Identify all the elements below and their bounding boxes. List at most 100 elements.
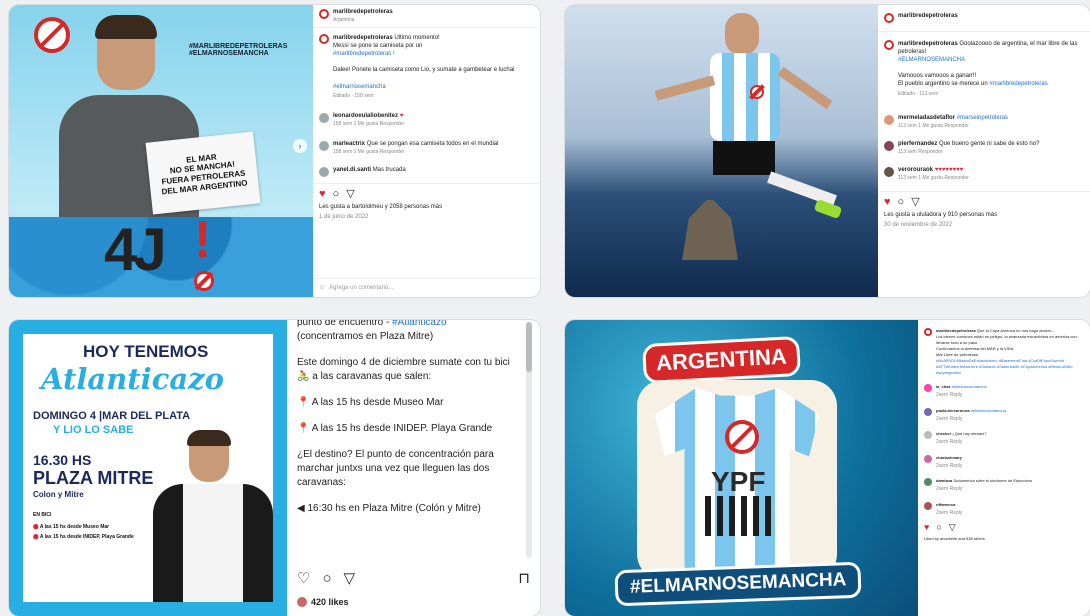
- hashtag-sticker: #ELMARNOSEMANCHA: [614, 561, 862, 607]
- flyer-route-2: ⬤ A las 15 hs desde INIDEP, Playa Grande: [33, 534, 134, 540]
- avatar[interactable]: [884, 13, 894, 23]
- comment-icon[interactable]: ○: [333, 188, 340, 200]
- avatar[interactable]: [924, 384, 932, 392]
- protest-sign: EL MAR NO SE MANCHA! FUERA PETROLERAS DE…: [145, 131, 261, 215]
- oil-drip: [705, 496, 775, 536]
- date-art: 4J: [104, 216, 167, 283]
- flyer-time: 16.30 HS: [33, 452, 92, 468]
- comment: riffamerca 2sem Reply: [918, 498, 1090, 522]
- flyer-route-1: ⬤ A las 15 hs desde Museo Mar: [33, 524, 110, 530]
- post-sidebar-4: marlibredepetroleras Que la Copa América…: [918, 320, 1090, 616]
- comment-icon[interactable]: ○: [936, 521, 941, 535]
- no-oil-rig-badge: [750, 85, 764, 99]
- caption-line-2: Este domingo 4 de diciembre sumate con t…: [297, 357, 510, 382]
- argentina-banner: ARGENTINA: [642, 335, 801, 385]
- comment: yanel.di.santi Mas trucada: [313, 163, 540, 181]
- post-caption: marlibredepetroleras Ultimo momento! Mes…: [313, 28, 540, 103]
- post-caption-panel-3: punto de encuentro - #Atlanticazo (conce…: [287, 320, 540, 616]
- share-icon[interactable]: ▽: [911, 195, 919, 208]
- post-sidebar-2: marlibredepetroleras marlibredepetrolera…: [878, 5, 1090, 297]
- action-bar: ♡ ○ ▽ ⊓: [287, 568, 540, 589]
- avatar[interactable]: [884, 141, 894, 152]
- avatar[interactable]: [319, 141, 329, 152]
- post-card-3: HOY TENEMOS Atlanticazo DOMINGO 4 |MAR D…: [9, 320, 540, 616]
- post-card-4: ARGENTINA YPF #ELMARNOSEMANCHA marlibred…: [565, 320, 1090, 616]
- avatar[interactable]: [884, 40, 894, 50]
- comment: paula.bercarmora #elmarnosemancha 2sem Re…: [918, 404, 1090, 428]
- post-image-2[interactable]: [565, 5, 878, 297]
- like-heart-icon[interactable]: ♡: [297, 568, 310, 589]
- caption-line-6: ◀ 16:30 hs en Plaza Mitre (Colón y Mitre…: [297, 503, 481, 514]
- post-caption: marlibredepetroleras Que la Copa América…: [918, 320, 1090, 380]
- hashtag-link[interactable]: #ELMARNOSEMANCHA: [898, 57, 965, 63]
- flyer-script: Atlanticazo: [41, 362, 224, 396]
- comment: damiana Sudamerica sufre el síndrome de …: [918, 474, 1090, 498]
- like-heart-icon[interactable]: ♥: [884, 196, 891, 208]
- share-icon[interactable]: ▽: [344, 568, 356, 589]
- caption-line-1: (concentramos en Plaza Mitre): [297, 331, 434, 342]
- no-oil-rig-icon-small: [194, 271, 214, 291]
- flyer-line-1: DOMINGO 4 |MAR DEL PLATA: [33, 410, 191, 422]
- avatar[interactable]: [924, 328, 932, 336]
- likes-count[interactable]: 420 likes: [297, 596, 349, 609]
- avatar[interactable]: [924, 501, 932, 510]
- post-image-4[interactable]: ARGENTINA YPF #ELMARNOSEMANCHA: [565, 320, 918, 616]
- comment: checker ¿Qué hay mirarez? 2sem Reply: [918, 427, 1090, 451]
- like-heart-icon[interactable]: ♥: [319, 188, 326, 200]
- hashtag-link[interactable]: #elmarnosemancha: [333, 84, 386, 90]
- exclamation-mark: !: [194, 211, 212, 269]
- comment: charlashmary 2sem Reply: [918, 451, 1090, 475]
- emoji-icon: ☺: [319, 285, 326, 291]
- comment: marleactrix Que se pongan esa camiseta t…: [313, 137, 540, 159]
- avatar[interactable]: [319, 9, 329, 19]
- avatar[interactable]: [924, 454, 932, 463]
- flyer-place: PLAZA MITRE: [33, 468, 154, 488]
- avatar[interactable]: [319, 34, 329, 44]
- avatar[interactable]: [884, 115, 894, 126]
- caption-line-3: 📍 A las 15 hs desde Museo Mar: [297, 397, 444, 408]
- avatar[interactable]: [319, 113, 329, 124]
- avatar[interactable]: [924, 478, 932, 486]
- post-image-1[interactable]: #MARLIBREDEPETROLERAS #ELMARNOSEMANCHA E…: [9, 5, 313, 297]
- hashtag-banner: #MARLIBREDEPETROLERAS #ELMARNOSEMANCHA: [189, 43, 288, 57]
- post-date: 1 de junio de 2022: [319, 214, 369, 221]
- like-heart-icon[interactable]: ♥: [924, 521, 929, 535]
- jersey-text: YPF: [711, 466, 766, 497]
- comment: la_chaz #elmarnosemancha 2sem Reply: [918, 380, 1090, 404]
- comment: pierfernandez Que bueno gente ni sabe de…: [878, 137, 1090, 159]
- share-icon[interactable]: ▽: [949, 521, 956, 535]
- action-bar: ♥ ○ ▽: [878, 191, 1090, 211]
- likes-count[interactable]: Liked by anncbelle and 938 others: [918, 535, 1090, 543]
- avatar[interactable]: [924, 407, 932, 416]
- next-arrow-button[interactable]: ›: [293, 139, 307, 153]
- comment: verorouraok ♥♥♥♥♥♥♥♥ 113 sem 1 Me gusta R…: [878, 163, 1090, 185]
- add-comment-field[interactable]: ☺ Agrega un comentario...: [313, 278, 540, 297]
- post-card-2: marlibredepetroleras marlibredepetrolera…: [565, 5, 1090, 297]
- flyer-bici: EN BICI: [33, 512, 52, 518]
- caption-line-4: 📍 A las 15 hs desde INIDEP. Playa Grande: [297, 423, 493, 434]
- flyer-streets: Colon y Mitre: [33, 490, 84, 499]
- no-oil-rig-icon: [725, 420, 759, 454]
- messi-figure-2: [654, 13, 843, 223]
- post-card-1: #MARLIBREDEPETROLERAS #ELMARNOSEMANCHA E…: [9, 5, 540, 297]
- share-icon[interactable]: ▽: [346, 187, 354, 200]
- comment-icon[interactable]: ○: [322, 568, 331, 589]
- comment-icon[interactable]: ○: [898, 196, 905, 208]
- comment: leonardoeulaliobenitez ♥ 158 sem 1 Me gus…: [313, 109, 540, 131]
- messi-figure-3: [153, 430, 273, 602]
- action-bar: ♥ ○ ▽: [313, 183, 540, 203]
- hashtag-link[interactable]: #marlibredepetroleras !: [333, 51, 395, 57]
- flyer-headline: HOY TENEMOS: [83, 342, 209, 361]
- comment: mermeladasdetaflor #marseinpetroleras 113…: [878, 111, 1090, 133]
- avatar[interactable]: [924, 431, 932, 439]
- scrollbar[interactable]: [526, 322, 532, 558]
- avatar[interactable]: [884, 167, 894, 178]
- avatar[interactable]: [319, 167, 329, 178]
- bookmark-icon[interactable]: ⊓: [518, 568, 530, 589]
- post-caption: marlibredepetroleras Goolazoooo de argen…: [878, 32, 1090, 101]
- likes-count[interactable]: Les gusta a ululadora y 910 personas más: [878, 211, 1090, 219]
- action-bar: ♥ ○ ▽: [918, 521, 1090, 535]
- post-image-3[interactable]: HOY TENEMOS Atlanticazo DOMINGO 4 |MAR D…: [9, 320, 287, 616]
- post-sidebar-1: marlibredepetroleras Argentina marlibrede…: [313, 5, 540, 297]
- likes-count[interactable]: Les gusta a bartololmeu y 2058 personas …: [313, 203, 540, 211]
